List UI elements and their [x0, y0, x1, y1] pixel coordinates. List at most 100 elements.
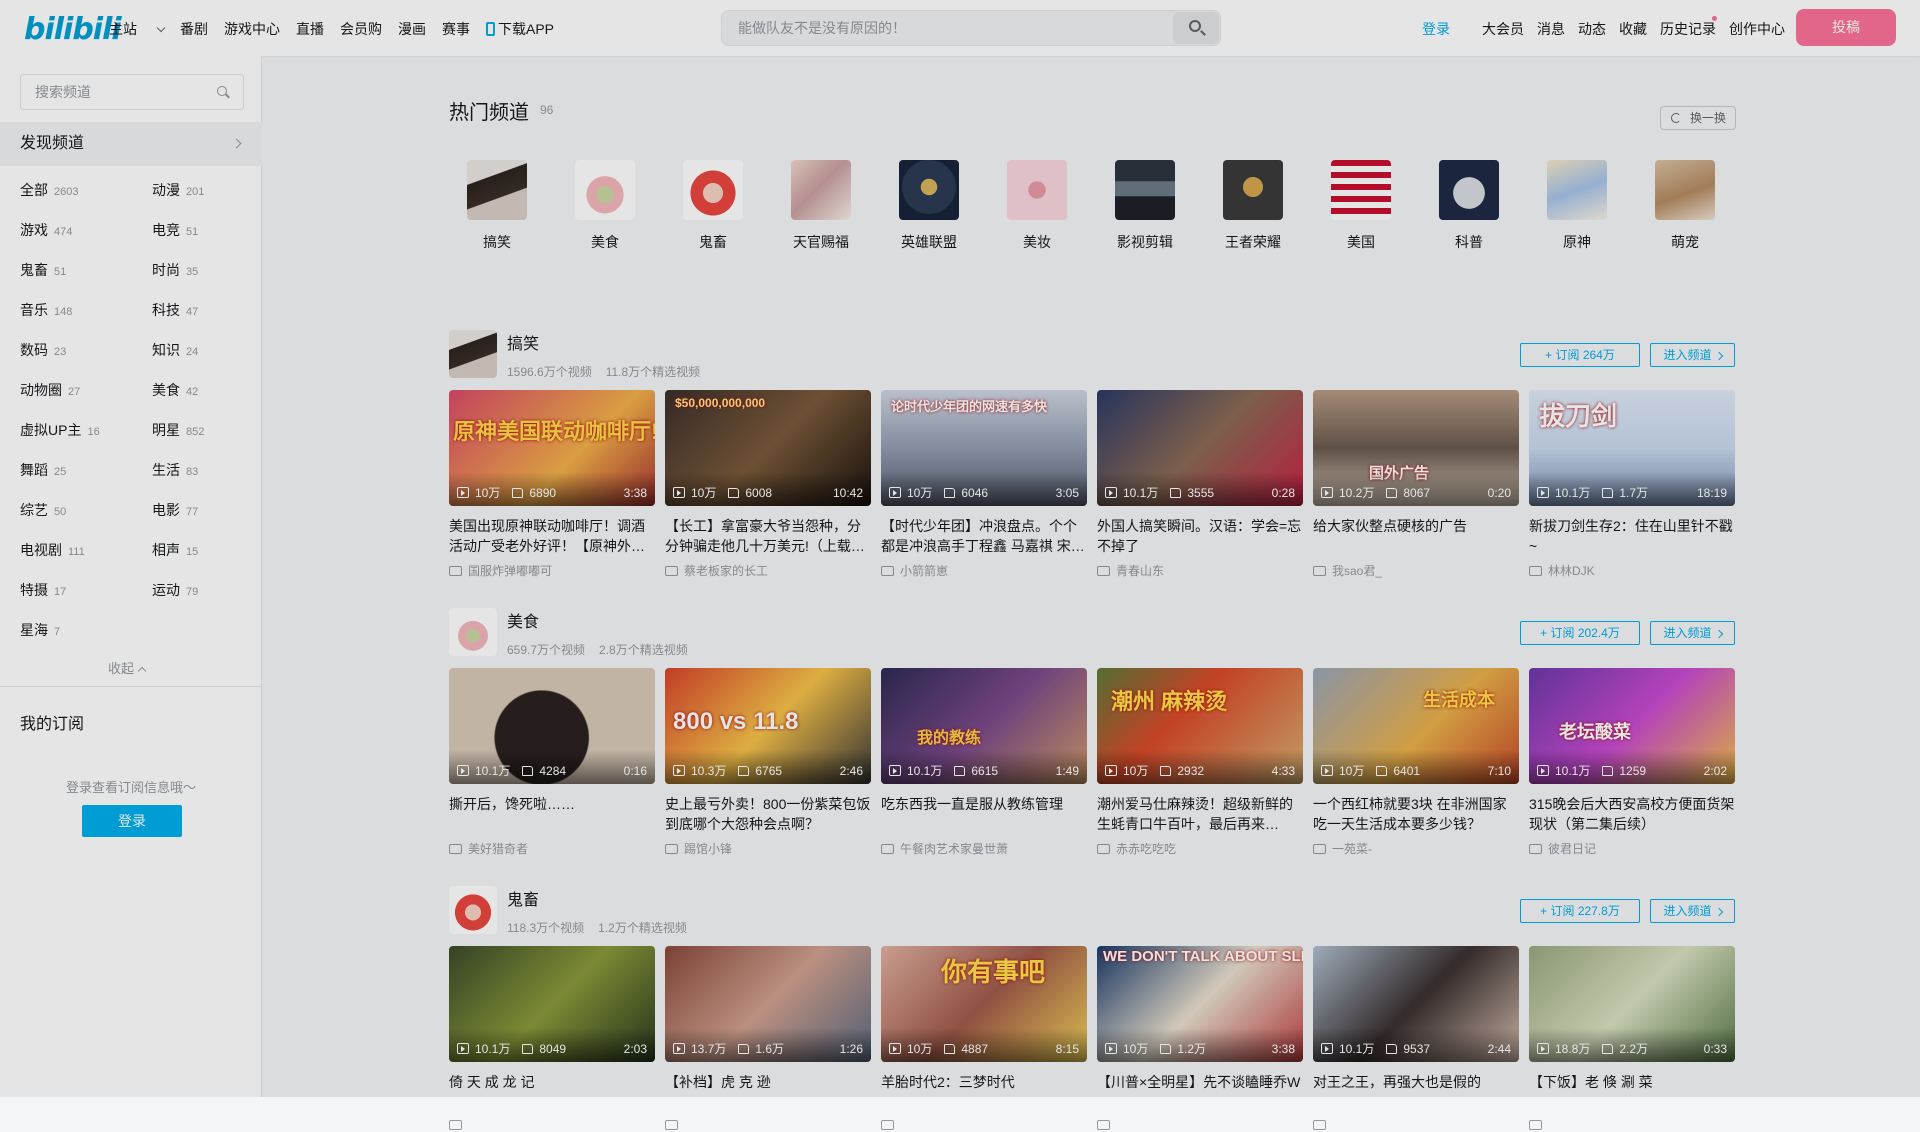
section-avatar[interactable]: [449, 608, 497, 656]
video-uploader[interactable]: 踢馆小锋: [665, 840, 871, 857]
video-card[interactable]: 10.1万 4284 0:16 撕开后，馋死啦…… 美好猎奇者: [449, 668, 655, 857]
subscribe-button[interactable]: + 订阅 264万: [1520, 343, 1640, 367]
category-item[interactable]: 虚拟UP主 16: [20, 420, 100, 440]
video-uploader[interactable]: [665, 1118, 871, 1132]
download-app-link[interactable]: 下载APP: [486, 19, 570, 39]
category-item[interactable]: 鬼畜 51: [20, 260, 66, 280]
video-uploader[interactable]: 我sao君_: [1313, 562, 1519, 579]
section-avatar[interactable]: [449, 886, 497, 934]
video-card[interactable]: 10.1万 8049 2:03 倚 天 成 龙 记: [449, 946, 655, 1132]
video-title[interactable]: 给大家伙整点硬核的广告: [1313, 516, 1519, 556]
video-thumbnail[interactable]: 10.1万 9537 2:44: [1313, 946, 1519, 1062]
video-title[interactable]: 倚 天 成 龙 记: [449, 1072, 655, 1112]
video-title[interactable]: 新拔刀剑生存2：住在山里针不戳~: [1529, 516, 1735, 556]
hot-channel-item[interactable]: 美食: [569, 160, 641, 252]
enter-channel-button[interactable]: 进入频道: [1650, 899, 1735, 923]
video-thumbnail[interactable]: 13.7万 1.6万 1:26: [665, 946, 871, 1062]
video-uploader[interactable]: [449, 1118, 655, 1132]
category-item[interactable]: 明星 852: [152, 420, 204, 440]
category-item[interactable]: 星海 7: [20, 620, 60, 640]
video-uploader[interactable]: 小箭箭崽: [881, 562, 1087, 579]
category-item[interactable]: 数码 23: [20, 340, 66, 360]
video-uploader[interactable]: [1097, 1118, 1303, 1132]
video-card[interactable]: 国外广告10.2万80670:20 给大家伙整点硬核的广告我sao君_: [1313, 390, 1519, 579]
nav-item-bangumi[interactable]: 番剧: [180, 19, 208, 39]
video-title[interactable]: 【川普×全明星】先不谈瞌睡乔W: [1097, 1072, 1303, 1112]
video-title[interactable]: 【下饭】老 倏 涮 菜: [1529, 1072, 1735, 1112]
video-title[interactable]: 对王之王，再强大也是假的: [1313, 1072, 1519, 1112]
subscribe-button[interactable]: + 订阅 227.8万: [1520, 899, 1640, 923]
video-uploader[interactable]: 林林DJK: [1529, 562, 1735, 579]
category-item[interactable]: 生活 83: [152, 460, 198, 480]
login-link[interactable]: 登录: [1422, 19, 1450, 39]
enter-channel-button[interactable]: 进入频道: [1650, 621, 1735, 645]
video-card[interactable]: $50,000,000,000 10万 6008 10:42 【长工】拿富豪大爷当怨种，…: [665, 390, 871, 579]
enter-channel-button[interactable]: 进入频道: [1650, 343, 1735, 367]
sidebar-login-button[interactable]: 登录: [82, 805, 182, 837]
video-thumbnail[interactable]: WE DON'T TALK ABOUT SLEEPY JOE 10万 1.2万 3:3…: [1097, 946, 1303, 1062]
nav-history[interactable]: 历史记录: [1660, 19, 1716, 39]
video-uploader[interactable]: 国服炸弹嘟嘟可: [449, 562, 655, 579]
category-item[interactable]: 美食 42: [152, 380, 198, 400]
video-title[interactable]: 撕开后，馋死啦……: [449, 794, 655, 834]
video-uploader[interactable]: [1313, 1118, 1519, 1132]
video-card[interactable]: WE DON'T TALK ABOUT SLEEPY JOE 10万 1.2万 3:3…: [1097, 946, 1303, 1132]
nav-creator-center[interactable]: 创作中心: [1729, 19, 1785, 39]
nav-favorites[interactable]: 收藏: [1619, 19, 1647, 39]
video-title[interactable]: 吃东西我一直是服从教练管理: [881, 794, 1087, 834]
video-thumbnail[interactable]: $50,000,000,000 10万 6008 10:42: [665, 390, 871, 506]
video-thumbnail[interactable]: 800 vs 11.8 10.3万 6765 2:46: [665, 668, 871, 784]
video-thumbnail[interactable]: 拔刀剑 10.1万 1.7万 18:19: [1529, 390, 1735, 506]
video-card[interactable]: 原神美国联动咖啡厅! 10万 6890 3:38 美国出现原神联动咖啡厅！调酒活动广受老…: [449, 390, 655, 579]
video-uploader[interactable]: 青春山东: [1097, 562, 1303, 579]
video-uploader[interactable]: [1529, 1118, 1735, 1132]
category-item[interactable]: 全部 2603: [20, 180, 78, 200]
category-item[interactable]: 电影 77: [152, 500, 198, 520]
video-uploader[interactable]: 蔡老板家的长工: [665, 562, 871, 579]
nav-item-match[interactable]: 赛事: [442, 19, 470, 39]
collapse-button[interactable]: 收起: [108, 658, 147, 677]
nav-vip[interactable]: 大会员: [1482, 19, 1524, 39]
video-title[interactable]: 【时代少年团】冲浪盘点。个个都是冲浪高手丁程鑫 马嘉祺 宋亚轩: [881, 516, 1087, 556]
hot-channel-item[interactable]: 鬼畜: [677, 160, 749, 252]
hot-channel-item[interactable]: 影视剪辑: [1109, 160, 1181, 252]
search-icon[interactable]: [217, 86, 227, 96]
video-uploader[interactable]: 一苑菜-: [1313, 840, 1519, 857]
category-item[interactable]: 科技 47: [152, 300, 198, 320]
category-item[interactable]: 时尚 35: [152, 260, 198, 280]
category-item[interactable]: 运动 79: [152, 580, 198, 600]
hot-channel-item[interactable]: 王者荣耀: [1217, 160, 1289, 252]
video-title[interactable]: 一个西红柿就要3块 在非洲国家吃一天生活成本要多少钱？: [1313, 794, 1519, 834]
video-card[interactable]: 13.7万 1.6万 1:26 【补档】虎 克 逊: [665, 946, 871, 1132]
video-card[interactable]: 18.8万 2.2万 0:33 【下饭】老 倏 涮 菜: [1529, 946, 1735, 1132]
video-thumbnail[interactable]: 10.1万 8049 2:03: [449, 946, 655, 1062]
category-item[interactable]: 特摄 17: [20, 580, 66, 600]
video-title[interactable]: 史上最亏外卖！800一份紫菜包饭到底哪个大怨种会点啊？: [665, 794, 871, 834]
video-title[interactable]: 潮州爱马仕麻辣烫！超级新鲜的生蚝青口牛百叶，最后再来口……: [1097, 794, 1303, 834]
discover-channels[interactable]: 发现频道: [0, 122, 262, 166]
hot-channel-item[interactable]: 美国: [1325, 160, 1397, 252]
search-button[interactable]: [1173, 12, 1219, 44]
video-title[interactable]: 315晚会后大西安高校方便面货架现状（第二集后续）: [1529, 794, 1735, 834]
category-item[interactable]: 动漫 201: [152, 180, 204, 200]
video-thumbnail[interactable]: 10.1万 3555 0:28: [1097, 390, 1303, 506]
video-thumbnail[interactable]: 国外广告10.2万80670:20: [1313, 390, 1519, 506]
subscribe-button[interactable]: + 订阅 202.4万: [1520, 621, 1640, 645]
nav-item-main[interactable]: 主站: [109, 19, 166, 39]
nav-item-mall[interactable]: 会员购: [340, 19, 382, 39]
video-thumbnail[interactable]: 10.1万 4284 0:16: [449, 668, 655, 784]
category-item[interactable]: 舞蹈 25: [20, 460, 66, 480]
category-item[interactable]: 相声 15: [152, 540, 198, 560]
bilibili-logo[interactable]: bilibili: [24, 12, 122, 47]
nav-item-manga[interactable]: 漫画: [398, 19, 426, 39]
video-thumbnail[interactable]: 原神美国联动咖啡厅! 10万 6890 3:38: [449, 390, 655, 506]
video-thumbnail[interactable]: 潮州 麻辣烫 10万 2932 4:33: [1097, 668, 1303, 784]
video-card[interactable]: 生活成本 10万 6401 7:10 一个西红柿就要3块 在非洲国家吃一天生活成本要多少…: [1313, 668, 1519, 857]
video-uploader[interactable]: 午餐肉艺术家曼世萧: [881, 840, 1087, 857]
hot-channel-item[interactable]: 英雄联盟: [893, 160, 965, 252]
video-title[interactable]: 【长工】拿富豪大爷当怨种，分分钟骗走他几十万美元!（上载公主的嫁妆）: [665, 516, 871, 556]
video-card[interactable]: 10.1万 9537 2:44 对王之王，再强大也是假的: [1313, 946, 1519, 1132]
video-thumbnail[interactable]: 你有事吧 10万 4887 8:15: [881, 946, 1087, 1062]
video-title[interactable]: 外国人搞笑瞬间。汉语：学会=忘不掉了: [1097, 516, 1303, 556]
section-avatar[interactable]: [449, 330, 497, 378]
